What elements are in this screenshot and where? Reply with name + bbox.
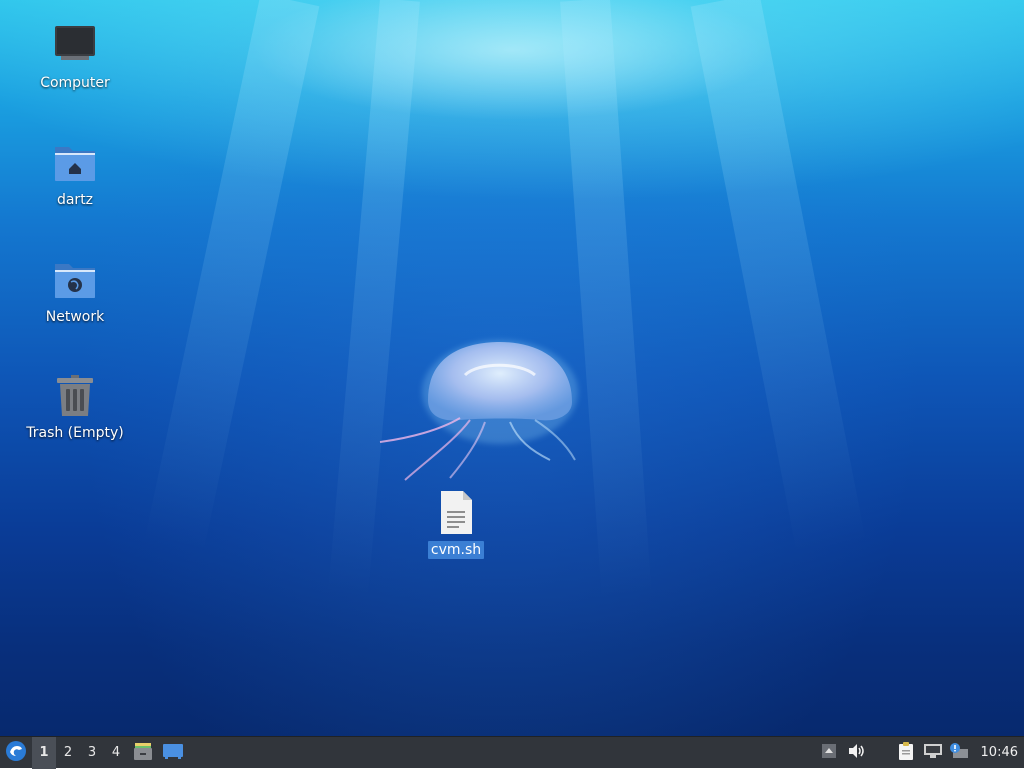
volume-button[interactable] — [841, 737, 873, 769]
show-desktop-icon — [162, 742, 184, 764]
taskbar: 1 2 3 4 10:46 — [0, 736, 1024, 769]
computer-desktop-icon[interactable]: Computer — [20, 22, 130, 92]
workspace-3-button[interactable]: 3 — [80, 737, 104, 769]
cvm-sh-label: cvm.sh — [427, 541, 485, 559]
network-desktop-icon[interactable]: Network — [20, 256, 130, 326]
workspace-1-button[interactable]: 1 — [32, 736, 56, 769]
light-ray — [560, 0, 652, 601]
cvm-sh-file-icon[interactable]: cvm.sh — [401, 489, 511, 559]
trash-label: Trash (Empty) — [26, 425, 124, 441]
network-folder-icon — [51, 256, 99, 304]
tray-expand-icon — [821, 743, 837, 763]
clipboard-icon — [898, 741, 914, 765]
network-button[interactable] — [919, 737, 947, 769]
workspace-4-button[interactable]: 4 — [104, 737, 128, 769]
file-manager-icon — [133, 741, 153, 765]
network-label: Network — [45, 309, 105, 325]
text-file-icon — [432, 489, 480, 537]
network-icon — [923, 743, 943, 763]
home-folder-label: dartz — [56, 192, 94, 208]
light-ray — [690, 0, 867, 557]
volume-icon — [848, 743, 866, 763]
desktop-background[interactable]: Computer dartz Network Trash (Empty) cvm… — [0, 0, 1024, 736]
trash-desktop-icon[interactable]: Trash (Empty) — [20, 372, 130, 442]
clipboard-button[interactable] — [893, 737, 919, 769]
file-manager-launcher[interactable] — [128, 737, 158, 769]
home-folder-desktop-icon[interactable]: dartz — [20, 139, 130, 209]
trash-icon — [51, 372, 99, 420]
home-folder-icon — [51, 139, 99, 187]
light-ray — [144, 0, 320, 555]
show-desktop-button[interactable] — [158, 737, 188, 769]
xfce-mouse-icon — [5, 740, 27, 766]
tray-expand-button[interactable] — [817, 737, 841, 769]
computer-icon — [51, 22, 99, 70]
workspace-2-button[interactable]: 2 — [56, 737, 80, 769]
notification-icon — [949, 742, 969, 763]
clock[interactable]: 10:46 — [971, 745, 1024, 760]
system-tray: 10:46 — [817, 737, 1024, 768]
jellyfish-wallpaper — [379, 340, 578, 481]
notification-button[interactable] — [947, 737, 971, 769]
computer-label: Computer — [40, 75, 110, 91]
whisker-menu-button[interactable] — [0, 737, 32, 769]
